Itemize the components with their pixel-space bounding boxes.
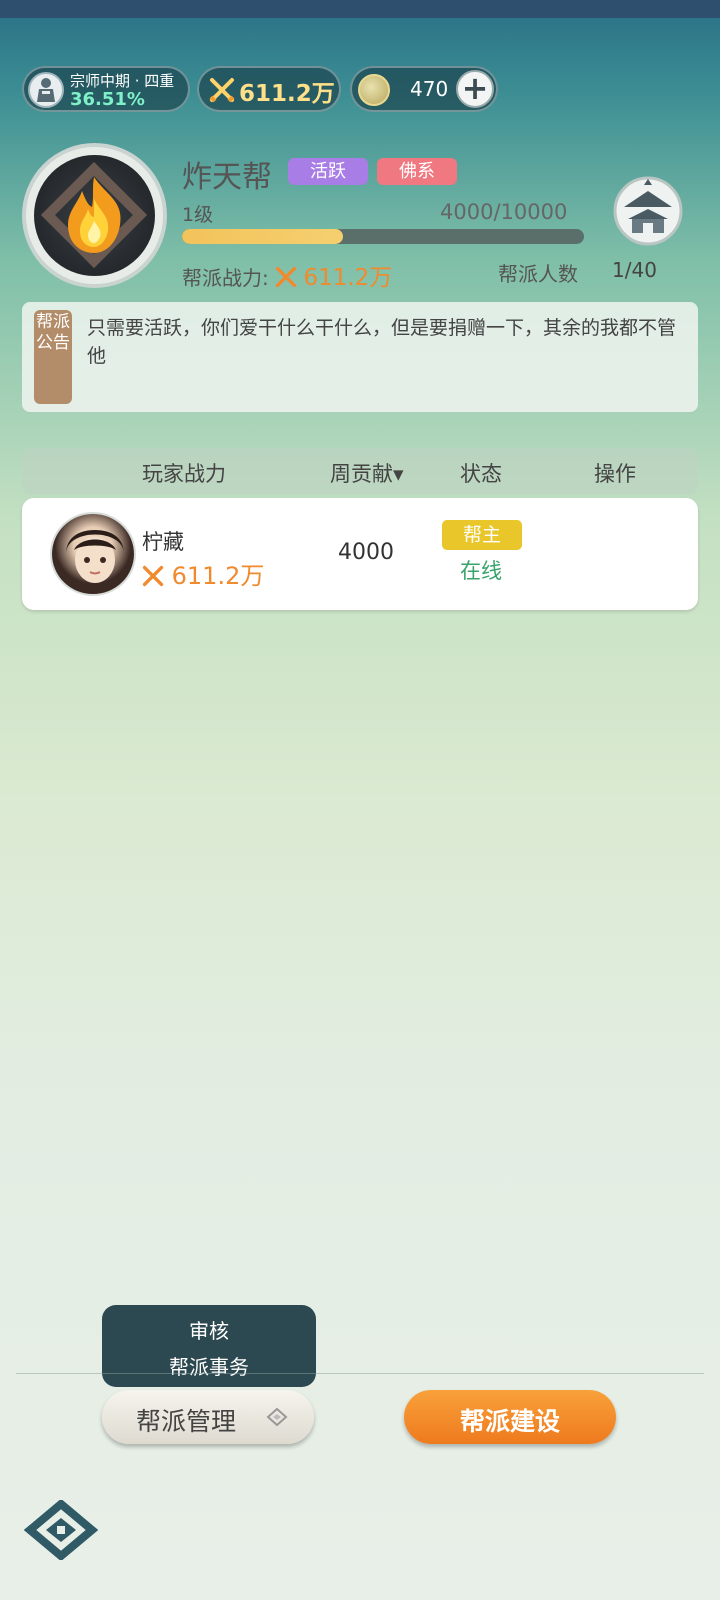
status-bar [0, 0, 720, 18]
guild-exp: 4000/10000 [440, 200, 568, 224]
guild-power-value: 611.2万 [303, 265, 393, 291]
members-value: 1/40 [612, 258, 657, 282]
currency-value: 470 [410, 77, 449, 101]
header-player-power: 玩家战力 [142, 462, 226, 486]
power-pill[interactable]: 611.2万 [197, 66, 341, 112]
flame-icon [34, 155, 155, 276]
member-table-header: 玩家战力 周贡献▾ 状态 操作 [22, 448, 698, 494]
table-row[interactable]: 柠藏 611.2万 4000 帮主 在线 [22, 498, 698, 610]
rank-title: 宗师中期 · 四重 [70, 72, 175, 90]
member-status: 在线 [460, 559, 502, 583]
guild-manage-label: 帮派管理 [136, 1407, 237, 1436]
exp-progress-bar [182, 229, 584, 244]
power-value: 611.2万 [239, 81, 335, 107]
add-currency-button[interactable]: + [456, 70, 494, 108]
crossed-swords-icon [209, 77, 235, 107]
guild-build-label: 帮派建设 [459, 1407, 560, 1436]
avatar[interactable] [50, 512, 136, 596]
manage-popup-menu: 审核 帮派事务 [102, 1305, 316, 1387]
guild-build-button[interactable]: 帮派建设 [404, 1390, 616, 1444]
jade-coin-icon [358, 74, 390, 106]
rank-pill[interactable]: 宗师中期 · 四重 36.51% [22, 66, 190, 112]
members-label: 帮派人数 [498, 262, 578, 286]
header-weekly-contribution[interactable]: 周贡献▾ [330, 458, 404, 488]
tag-active: 活跃 [288, 158, 368, 185]
guild-notice: 帮派公告 只需要活跃，你们爱干什么干什么，但是要捐赠一下，其余的我都不管他 [22, 302, 698, 412]
guild-manage-button[interactable]: 帮派管理 [102, 1390, 314, 1444]
crossed-swords-icon [275, 266, 303, 290]
guild-name: 炸天帮 [182, 160, 272, 195]
guild-power: 帮派战力: 611.2万 [182, 258, 392, 292]
crossed-swords-icon [142, 562, 172, 590]
menu-item-review[interactable]: 审核 [102, 1315, 316, 1344]
guild-hall-icon[interactable] [610, 175, 686, 247]
member-contribution: 4000 [338, 540, 394, 565]
role-badge: 帮主 [442, 520, 522, 550]
divider [16, 1373, 704, 1374]
guild-emblem [22, 143, 167, 288]
currency-pill: 470 + [350, 66, 498, 112]
rank-avatar-icon [28, 72, 64, 108]
member-power: 611.2万 [142, 556, 264, 591]
member-name: 柠藏 [142, 530, 184, 554]
member-power-value: 611.2万 [171, 562, 265, 590]
notice-text: 只需要活跃，你们爱干什么干什么，但是要捐赠一下，其余的我都不管他 [87, 317, 677, 367]
guild-level: 1级 [182, 204, 214, 226]
header-status: 状态 [460, 462, 502, 486]
exp-progress-fill [182, 229, 343, 244]
menu-item-guild-affairs[interactable]: 帮派事务 [102, 1351, 316, 1380]
diamond-icon [266, 1407, 288, 1431]
header-actions: 操作 [594, 462, 636, 486]
tag-buddha: 佛系 [377, 158, 457, 185]
guild-power-label: 帮派战力: [182, 266, 269, 290]
rank-progress: 36.51% [70, 89, 145, 110]
notice-tag: 帮派公告 [34, 310, 72, 404]
menu-logo-icon[interactable] [23, 1498, 99, 1562]
